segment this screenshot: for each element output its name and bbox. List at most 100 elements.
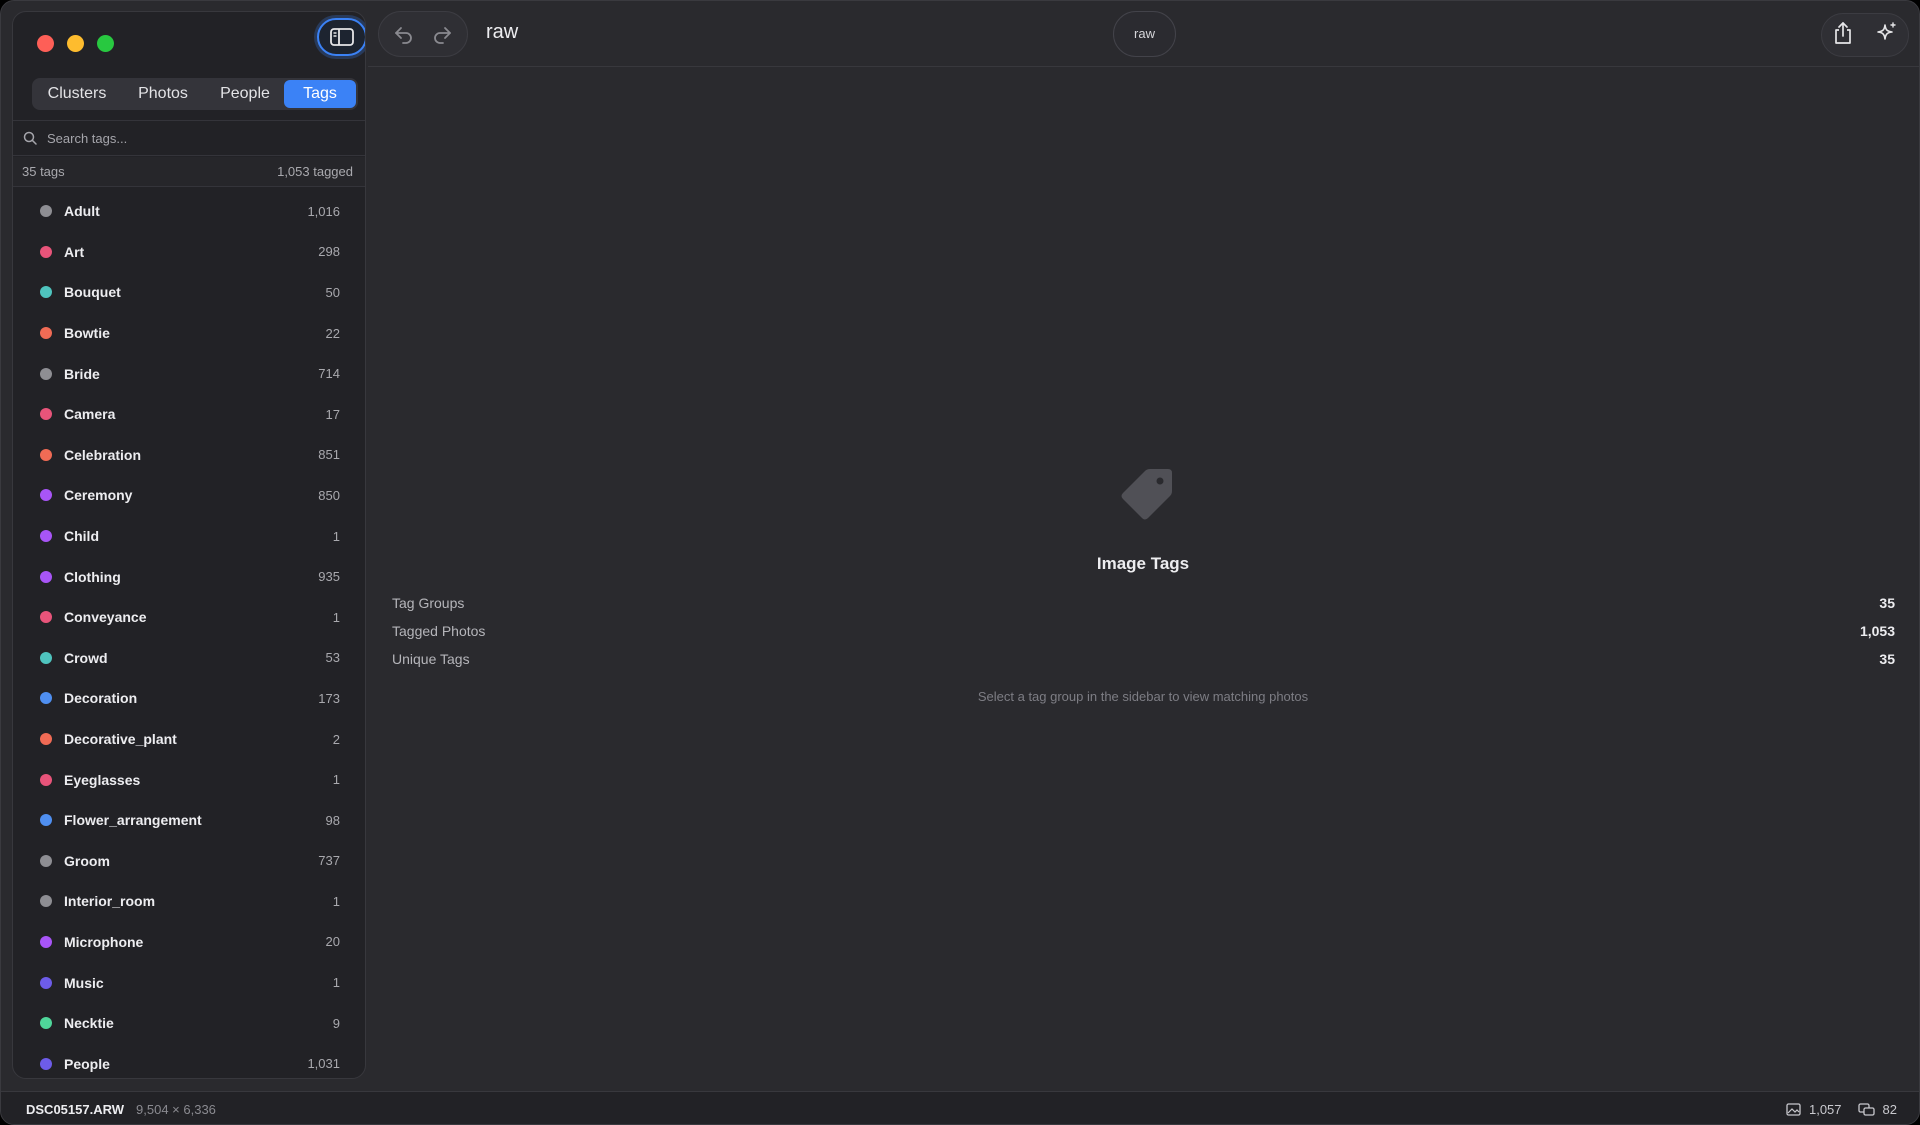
tag-color-dot [40, 1017, 52, 1030]
tag-list-item[interactable]: Bouquet 50 [13, 272, 365, 313]
tag-color-dot [40, 733, 52, 746]
undo-button[interactable] [390, 20, 418, 48]
tag-count: 1 [332, 609, 340, 625]
stack-icon [1857, 1102, 1875, 1116]
tag-count: 1 [332, 528, 340, 544]
tag-name: Celebration [64, 446, 142, 463]
tag-name: Conveyance [64, 609, 147, 626]
tag-count: 2 [332, 731, 340, 747]
status-counts: 1,057 82 [1786, 1102, 1897, 1117]
tag-list-item[interactable]: Eyeglasses 1 [13, 759, 365, 800]
tag-name: Bride [64, 365, 100, 382]
tag-count: 20 [325, 934, 340, 950]
tag-list-item[interactable]: Flower_arrangement 98 [13, 800, 365, 841]
close-window-button[interactable] [37, 35, 54, 52]
tag-count: 1,031 [307, 1056, 340, 1072]
window-title: raw [486, 21, 519, 43]
tag-list-item[interactable]: Microphone 20 [13, 922, 365, 963]
tag-count: 851 [318, 447, 340, 463]
tag-list-item[interactable]: Conveyance 1 [13, 597, 365, 638]
tag-count: 9 [332, 1015, 340, 1031]
tag-list-item[interactable]: Music 1 [13, 962, 365, 1003]
tab-people[interactable]: People [206, 80, 284, 108]
tag-count: 173 [318, 690, 340, 706]
tag-name: Groom [64, 852, 110, 869]
location-pill[interactable]: raw [1113, 11, 1176, 57]
tag-color-dot [40, 327, 52, 340]
stat-value: 35 [1879, 595, 1895, 611]
tag-list-item[interactable]: Bowtie 22 [13, 313, 365, 354]
tag-list-item[interactable]: Clothing 935 [13, 556, 365, 597]
tag-color-dot [40, 245, 52, 258]
sidebar-toggle-button[interactable] [317, 18, 365, 56]
tag-color-dot [40, 895, 52, 908]
tag-list-item[interactable]: Groom 737 [13, 841, 365, 882]
sidebar-toggle-icon [330, 28, 354, 46]
toolbar-actions [1821, 13, 1909, 57]
tag-list-item[interactable]: People 1,031 [13, 1043, 365, 1078]
tag-name: Microphone [64, 933, 144, 950]
tab-clusters[interactable]: Clusters [34, 80, 120, 108]
tag-name: Bowtie [64, 325, 110, 342]
history-nav-group [378, 11, 468, 57]
tag-list-item[interactable]: Decorative_plant 2 [13, 719, 365, 760]
tag-color-dot [40, 286, 52, 299]
stat-row: Tagged Photos 1,053 [392, 617, 1895, 645]
tag-color-dot [40, 408, 52, 421]
tag-color-dot [40, 773, 52, 786]
tag-list-item[interactable]: Necktie 9 [13, 1003, 365, 1044]
stat-label: Tag Groups [392, 595, 465, 611]
app-window: Clusters Photos People Tags 35 tags 1,05… [0, 0, 1920, 1125]
tag-name: Crowd [64, 649, 108, 666]
zoom-window-button[interactable] [97, 35, 114, 52]
tag-count: 737 [318, 853, 340, 869]
share-button[interactable] [1832, 21, 1854, 50]
tag-count: 17 [325, 406, 340, 422]
window-controls [37, 35, 114, 52]
tag-name: Interior_room [64, 893, 156, 910]
tag-list: Adult 1,016 Art 298 Bouquet 50 Bowtie 22 Bride 71… [13, 191, 365, 1078]
tag-list-item[interactable]: Ceremony 850 [13, 475, 365, 516]
minimize-window-button[interactable] [67, 35, 84, 52]
tagged-count-label: 1,053 tagged [277, 164, 353, 179]
tag-color-dot [40, 205, 52, 218]
search-icon [23, 131, 37, 145]
share-icon [1835, 21, 1851, 44]
ai-sparkle-button[interactable] [1874, 21, 1898, 50]
tag-color-dot [40, 814, 52, 827]
redo-icon [434, 27, 451, 44]
tag-stats: Tag Groups 35 Tagged Photos 1,053 Unique… [392, 589, 1895, 673]
tag-count: 1 [332, 893, 340, 909]
tag-list-item[interactable]: Interior_room 1 [13, 881, 365, 922]
tag-count-label: 35 tags [22, 164, 65, 179]
tag-list-item[interactable]: Adult 1,016 [13, 191, 365, 232]
tag-color-dot [40, 935, 52, 948]
tag-count: 53 [325, 650, 340, 666]
tab-tags[interactable]: Tags [284, 80, 356, 108]
tag-list-item[interactable]: Art 298 [13, 232, 365, 273]
tag-count: 298 [318, 244, 340, 260]
tag-count: 1,016 [307, 203, 340, 219]
tag-list-item[interactable]: Decoration 173 [13, 678, 365, 719]
tag-list-item[interactable]: Celebration 851 [13, 435, 365, 476]
stat-label: Tagged Photos [392, 623, 486, 639]
tag-list-item[interactable]: Crowd 53 [13, 638, 365, 679]
search-tags-input[interactable] [47, 130, 347, 146]
tab-photos[interactable]: Photos [120, 80, 206, 108]
tag-list-item[interactable]: Camera 17 [13, 394, 365, 435]
tag-color-dot [40, 976, 52, 989]
tag-list-item[interactable]: Child 1 [13, 516, 365, 557]
tag-name: Decoration [64, 690, 138, 707]
tag-count: 850 [318, 487, 340, 503]
tag-search-bar [13, 120, 365, 156]
current-filename: DSC05157.ARW [26, 1101, 125, 1117]
tag-name: Necktie [64, 1015, 114, 1032]
tag-summary-row: 35 tags 1,053 tagged [13, 157, 365, 187]
tag-name: Child [64, 528, 99, 545]
status-bar: DSC05157.ARW 9,504 × 6,336 1,057 82 [1, 1091, 1919, 1124]
tag-list-item[interactable]: Bride 714 [13, 353, 365, 394]
tag-name: Bouquet [64, 284, 121, 301]
tag-color-dot [40, 651, 52, 664]
redo-button[interactable] [428, 20, 456, 48]
stat-value: 35 [1879, 651, 1895, 667]
